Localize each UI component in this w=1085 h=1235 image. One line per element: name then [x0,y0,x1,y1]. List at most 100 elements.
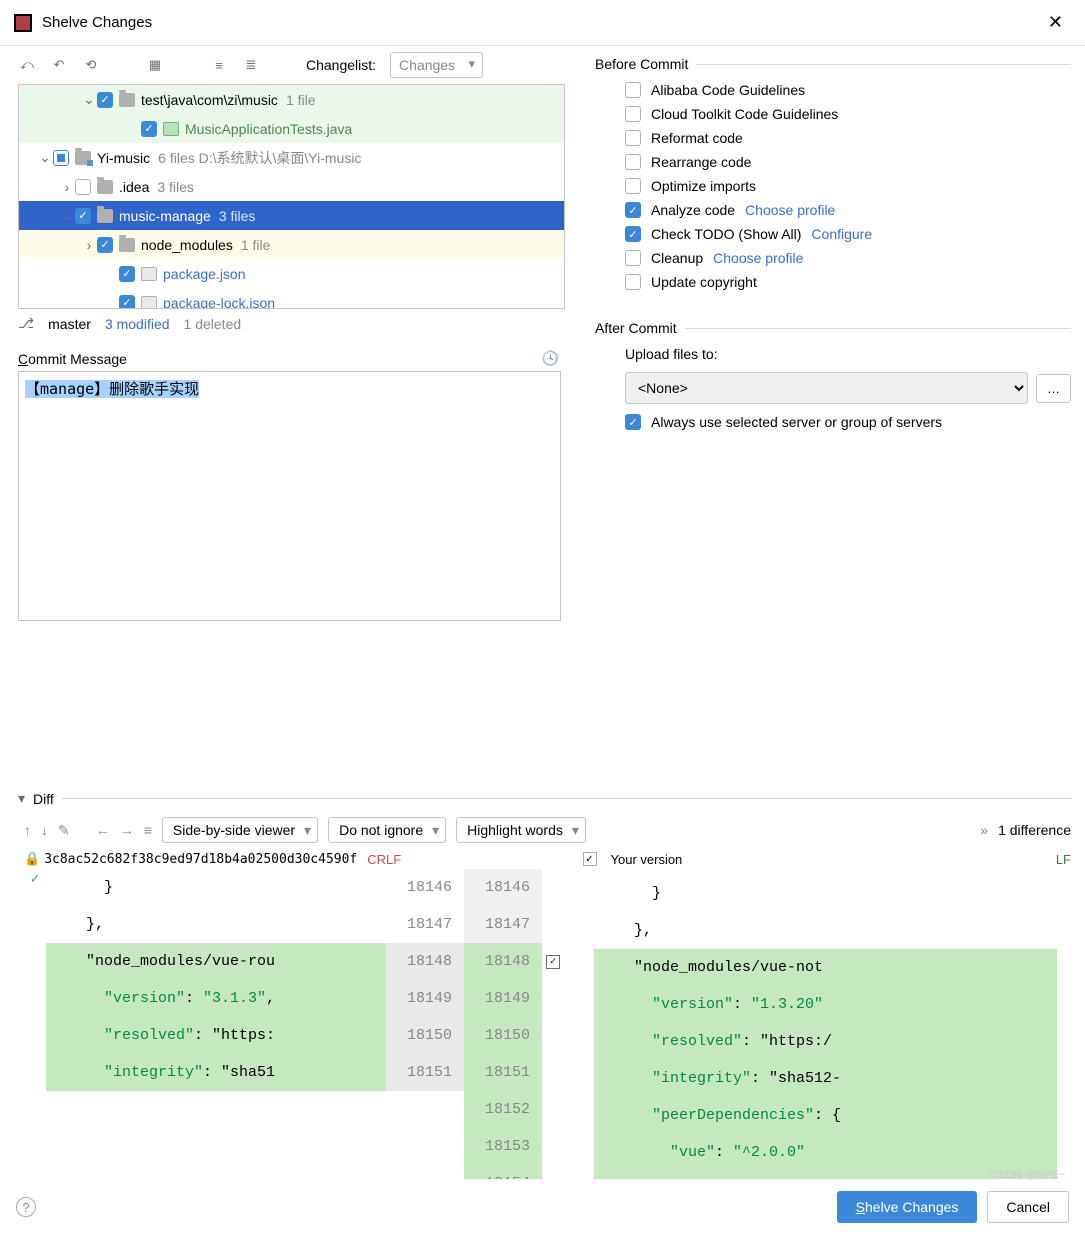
next-diff-icon[interactable]: ↓ [41,822,48,838]
checkbox[interactable]: ✓ [119,266,135,282]
expand-arrow[interactable]: ⌄ [59,207,75,224]
diff-right-pane[interactable]: } }, "node_modules/vue-not "version": "1… [564,869,1071,1179]
shelve-button[interactable]: Shelve Changes [837,1191,978,1223]
commit-message-label: Commit Message [18,351,127,367]
tree-row[interactable]: ⌄✓ test\java\com\zi\music 1 file [19,85,564,114]
changes-tree[interactable]: ⌄✓test\java\com\zi\music1 file✓MusicAppl… [18,84,565,309]
app-icon [14,14,32,32]
java-icon [163,122,179,136]
expand-arrow[interactable]: › [59,179,75,195]
diff-twisty[interactable]: ▾ [18,790,25,807]
option-checkbox[interactable] [625,154,641,170]
tree-row[interactable]: ›✓node_modules1 file [19,230,564,259]
checkbox[interactable]: ✓ [97,92,113,108]
expand-arrow[interactable]: ⌄ [37,149,53,166]
rollback-icon[interactable]: ⤺ [18,56,36,74]
option-label: Cleanup [651,250,703,266]
changelist-label: Changelist: [306,57,376,73]
upload-label: Upload files to: [625,346,718,362]
prev-diff-icon[interactable]: ↑ [24,822,31,838]
option-label: Optimize imports [651,178,756,194]
modified-count[interactable]: 3 modified [105,316,170,332]
expand-arrow[interactable]: ⌄ [81,91,97,108]
option-label: Cloud Toolkit Code Guidelines [651,106,838,122]
back-icon[interactable]: ← [96,822,110,838]
option-link[interactable]: Choose profile [713,250,803,266]
option-label: Rearrange code [651,154,751,170]
folder-icon [119,93,135,107]
item-name: package.json [163,266,246,282]
checkbox[interactable] [53,150,69,166]
upload-more-button[interactable]: … [1036,374,1071,403]
deleted-count[interactable]: 1 deleted [184,316,242,332]
undo-icon[interactable]: ↶ [50,56,68,74]
tree-row[interactable]: ⌄ Yi-music 6 files D:\系统默认\桌面\Yi-music [19,143,564,172]
option-checkbox[interactable]: ✓ [625,226,641,242]
option-checkbox[interactable] [625,250,641,266]
tree-row[interactable]: ✓MusicApplicationTests.java [19,114,564,143]
expand-icon[interactable]: ≡ [210,56,228,74]
file-icon [141,296,157,310]
item-meta: 3 files [219,208,256,224]
item-name: test\java\com\zi\music [141,92,278,108]
option-checkbox[interactable]: ✓ [625,202,641,218]
collapse-icon[interactable]: ≣ [242,56,260,74]
list-icon[interactable]: ≡ [144,822,152,838]
tree-row[interactable]: ⌄✓ music-manage 3 files [19,201,564,230]
history-icon[interactable]: 🕓 [542,350,559,367]
close-icon[interactable]: ✕ [1040,10,1071,35]
tree-row[interactable]: ✓ package.json [19,259,564,288]
window-title: Shelve Changes [42,14,1040,31]
left-revision: 3c8ac52c682f38c9ed97d18b4a02500d30c4590f [44,852,357,867]
item-name: Yi-music [97,150,150,166]
option-label: Alibaba Code Guidelines [651,82,805,98]
option-label: Check TODO (Show All) [651,226,801,242]
item-meta: 3 files [157,179,194,195]
diff-count: 1 difference [998,822,1071,838]
item-name: music-manage [119,208,211,224]
ignore-select[interactable]: Do not ignore [328,817,446,843]
always-checkbox[interactable]: ✓ [625,414,641,430]
expand-arrow[interactable]: › [81,237,97,253]
changelist-select[interactable]: Changes [390,52,483,78]
commit-message-input[interactable]: 【manage】删除歌手实现 [18,371,561,621]
always-label: Always use selected server or group of s… [651,414,942,430]
checkbox[interactable]: ✓ [75,208,91,224]
right-label: Your version [611,852,683,867]
cancel-button[interactable]: Cancel [987,1191,1069,1223]
highlight-select[interactable]: Highlight words [456,817,586,843]
right-checkbox[interactable]: ✓ [583,852,597,866]
help-button[interactable]: ? [16,1197,36,1217]
item-name: package-lock.json [163,295,275,310]
checkbox[interactable] [75,179,91,195]
more-diff-icon[interactable]: » [980,822,988,838]
tree-row[interactable]: ✓ package-lock.json [19,288,564,309]
item-meta: 1 file [286,92,316,108]
diff-title: Diff [33,791,54,807]
diff-left-pane[interactable]: } }, "node_modules/vue-rou "version": "3… [46,869,386,1179]
tree-row[interactable]: › .idea 3 files [19,172,564,201]
accept-change-checkbox[interactable]: ✓ [546,955,560,969]
option-link[interactable]: Configure [811,226,872,242]
upload-select[interactable]: <None> [625,372,1028,404]
item-name: .idea [119,179,149,195]
item-meta: 6 files D:\系统默认\桌面\Yi-music [158,148,361,168]
forward-icon[interactable]: → [120,822,134,838]
edit-icon[interactable]: ✎ [58,822,70,839]
option-checkbox[interactable] [625,106,641,122]
checkbox[interactable]: ✓ [97,237,113,253]
watermark: CSDN @NPE~ [991,1169,1065,1181]
file-icon [141,267,157,281]
group-icon[interactable]: ▦ [146,56,164,74]
refresh-icon[interactable]: ⟲ [82,56,100,74]
option-checkbox[interactable] [625,130,641,146]
option-label: Update copyright [651,274,757,290]
module-icon [75,151,91,165]
option-link[interactable]: Choose profile [745,202,835,218]
checkbox[interactable]: ✓ [141,121,157,137]
checkbox[interactable]: ✓ [119,295,135,310]
viewer-mode-select[interactable]: Side-by-side viewer [162,817,318,843]
option-checkbox[interactable] [625,178,641,194]
option-checkbox[interactable] [625,274,641,290]
option-checkbox[interactable] [625,82,641,98]
